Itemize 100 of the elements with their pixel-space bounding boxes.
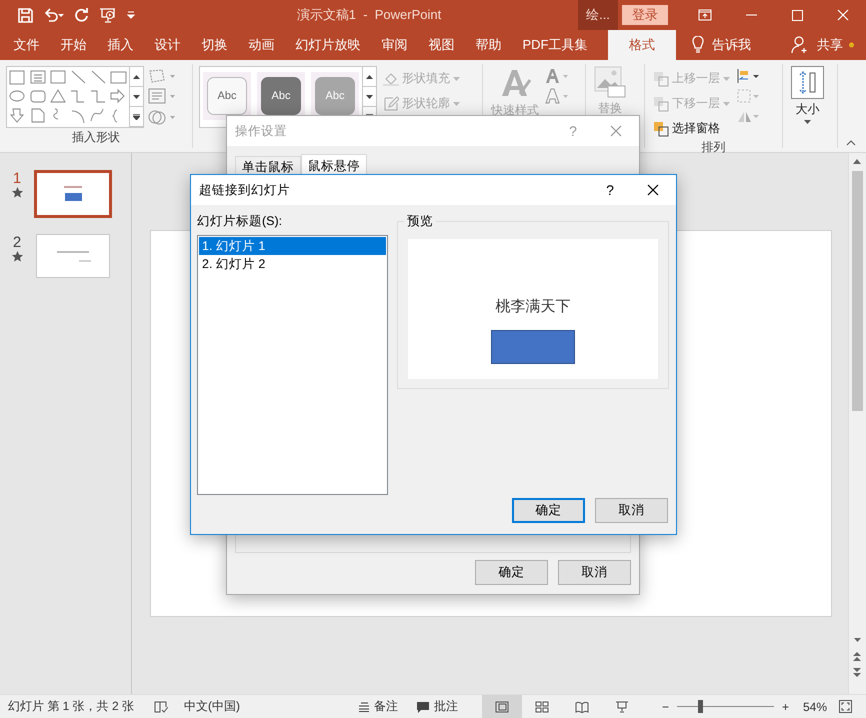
star-icon — [12, 251, 22, 262]
group-label: 插入形状 — [71, 129, 121, 146]
close-icon — [610, 125, 622, 137]
slide-thumbnail[interactable] — [36, 234, 110, 278]
ribbon-tab[interactable]: 文件 — [3, 30, 50, 60]
minimize-icon — [746, 14, 756, 16]
close-icon — [647, 184, 659, 196]
dialog-title: 超链接到幻灯片 — [199, 182, 291, 198]
star-icon — [12, 187, 22, 198]
caret-up-icon — [853, 158, 862, 164]
paint-bucket-icon — [383, 70, 399, 86]
layers-icon — [653, 96, 669, 112]
double-caret-up-icon — [853, 652, 862, 660]
slide-list-item[interactable]: 1. 幻灯片 1 — [199, 237, 386, 255]
comment-icon — [416, 700, 430, 712]
shape-style[interactable]: Abc — [207, 77, 247, 115]
text-outline-icon[interactable] — [545, 88, 569, 104]
sign-in-button[interactable]: 登录 — [622, 5, 668, 25]
dialog-button[interactable]: 确定 — [512, 498, 585, 523]
ribbon-tab[interactable]: 切换 — [191, 30, 238, 60]
redo-icon[interactable] — [75, 8, 89, 22]
ribbon-tab[interactable]: 视图 — [418, 30, 465, 60]
shape-style[interactable]: Abc — [261, 77, 301, 115]
slide-thumbnail[interactable] — [34, 170, 112, 218]
context-tab[interactable]: 绘... — [578, 0, 618, 30]
preview-label: 预览 — [404, 213, 436, 230]
slide-number: 2 — [12, 234, 22, 251]
align-icon[interactable] — [736, 68, 760, 84]
slide-info: 幻灯片 第 1 张，共 2 张 — [8, 698, 136, 715]
layers-icon — [653, 120, 669, 136]
fit-to-window-icon[interactable] — [839, 700, 852, 713]
size-icon — [791, 66, 824, 99]
reading-view-icon — [574, 700, 589, 712]
notes-icon — [358, 702, 370, 712]
pencil-icon — [383, 96, 399, 112]
ribbon-display-icon — [698, 9, 712, 21]
save-icon[interactable] — [18, 8, 33, 22]
dialog-title: 操作设置 — [235, 122, 288, 140]
help-button[interactable]: ? — [553, 116, 593, 146]
group-label: 排列 — [700, 139, 726, 156]
slideshow-icon — [614, 700, 629, 712]
ribbon-tab[interactable]: 开始 — [50, 30, 97, 60]
caret-up-icon — [366, 74, 373, 78]
lightbulb-icon — [692, 36, 704, 54]
dialog-button[interactable]: 取消 — [595, 498, 668, 523]
layers-icon — [653, 70, 669, 86]
arrange-button[interactable]: 选择窗格 — [651, 118, 732, 139]
double-caret-down-icon — [853, 668, 862, 676]
ribbon-tab[interactable]: PDF工具集 — [512, 30, 598, 60]
notes-button[interactable]: 备注 — [354, 698, 402, 715]
caret-icon — [453, 102, 460, 106]
undo-icon[interactable] — [43, 8, 65, 22]
edit-shape-icon[interactable] — [148, 68, 176, 84]
customize-icon[interactable] — [127, 11, 135, 19]
zoom-in-button[interactable]: + — [778, 700, 793, 714]
person-add-icon — [791, 36, 809, 54]
caret-icon — [453, 76, 460, 80]
ribbon-tab[interactable]: 插入 — [97, 30, 144, 60]
ribbon-tab[interactable]: 帮助 — [465, 30, 512, 60]
caret-icon — [804, 120, 811, 124]
size-button[interactable]: 大小 — [789, 66, 826, 148]
view-button[interactable] — [482, 695, 522, 718]
picture-icon — [594, 66, 626, 98]
zoom-level[interactable]: 54% — [798, 700, 831, 714]
caret-up-icon — [133, 74, 140, 78]
maximize-icon — [792, 10, 802, 20]
collapse-ribbon-icon[interactable] — [846, 140, 856, 146]
ribbon-tab[interactable]: 格式 — [608, 30, 676, 60]
ribbon-tab[interactable]: 幻灯片放映 — [285, 30, 371, 60]
close-icon — [837, 9, 849, 21]
window-title: 演示文稿1 - PowerPoint — [296, 6, 442, 24]
grid-view-icon — [534, 700, 549, 712]
text-fill-icon[interactable] — [545, 68, 569, 84]
ribbon-tab[interactable]: 动画 — [238, 30, 285, 60]
ribbon-tab[interactable]: 审阅 — [371, 30, 418, 60]
comments-button[interactable]: 批注 — [412, 698, 462, 715]
spell-check-icon[interactable] — [154, 700, 168, 712]
preview-title: 桃李满天下 — [496, 297, 570, 316]
merge-shapes-icon[interactable] — [148, 108, 176, 126]
dialog-button[interactable]: 确定 — [475, 560, 548, 585]
caret-down-icon — [133, 94, 140, 98]
zoom-slider-thumb[interactable] — [698, 700, 704, 713]
zoom-out-button[interactable]: − — [658, 700, 673, 714]
text-box-icon[interactable] — [148, 88, 176, 104]
caret-icon — [723, 76, 730, 80]
slide-number: 1 — [12, 170, 22, 187]
tell-me-button[interactable]: 告诉我 — [686, 30, 757, 60]
normal-view-icon — [494, 700, 509, 712]
language[interactable]: 中文(中国) — [184, 698, 240, 715]
caret-down-icon — [366, 94, 373, 98]
caret-down-icon — [854, 638, 861, 642]
list-label: 幻灯片标题(S): — [197, 213, 284, 230]
expand-icon — [133, 114, 140, 120]
dialog-button[interactable]: 取消 — [558, 560, 631, 585]
scrollbar-thumb[interactable] — [852, 171, 863, 411]
slideshow-icon[interactable] — [99, 7, 117, 23]
share-button[interactable]: 共享 — [785, 30, 849, 60]
caret-icon — [723, 102, 730, 106]
ribbon-tab[interactable]: 设计 — [144, 30, 191, 60]
help-button[interactable]: ? — [590, 175, 630, 205]
